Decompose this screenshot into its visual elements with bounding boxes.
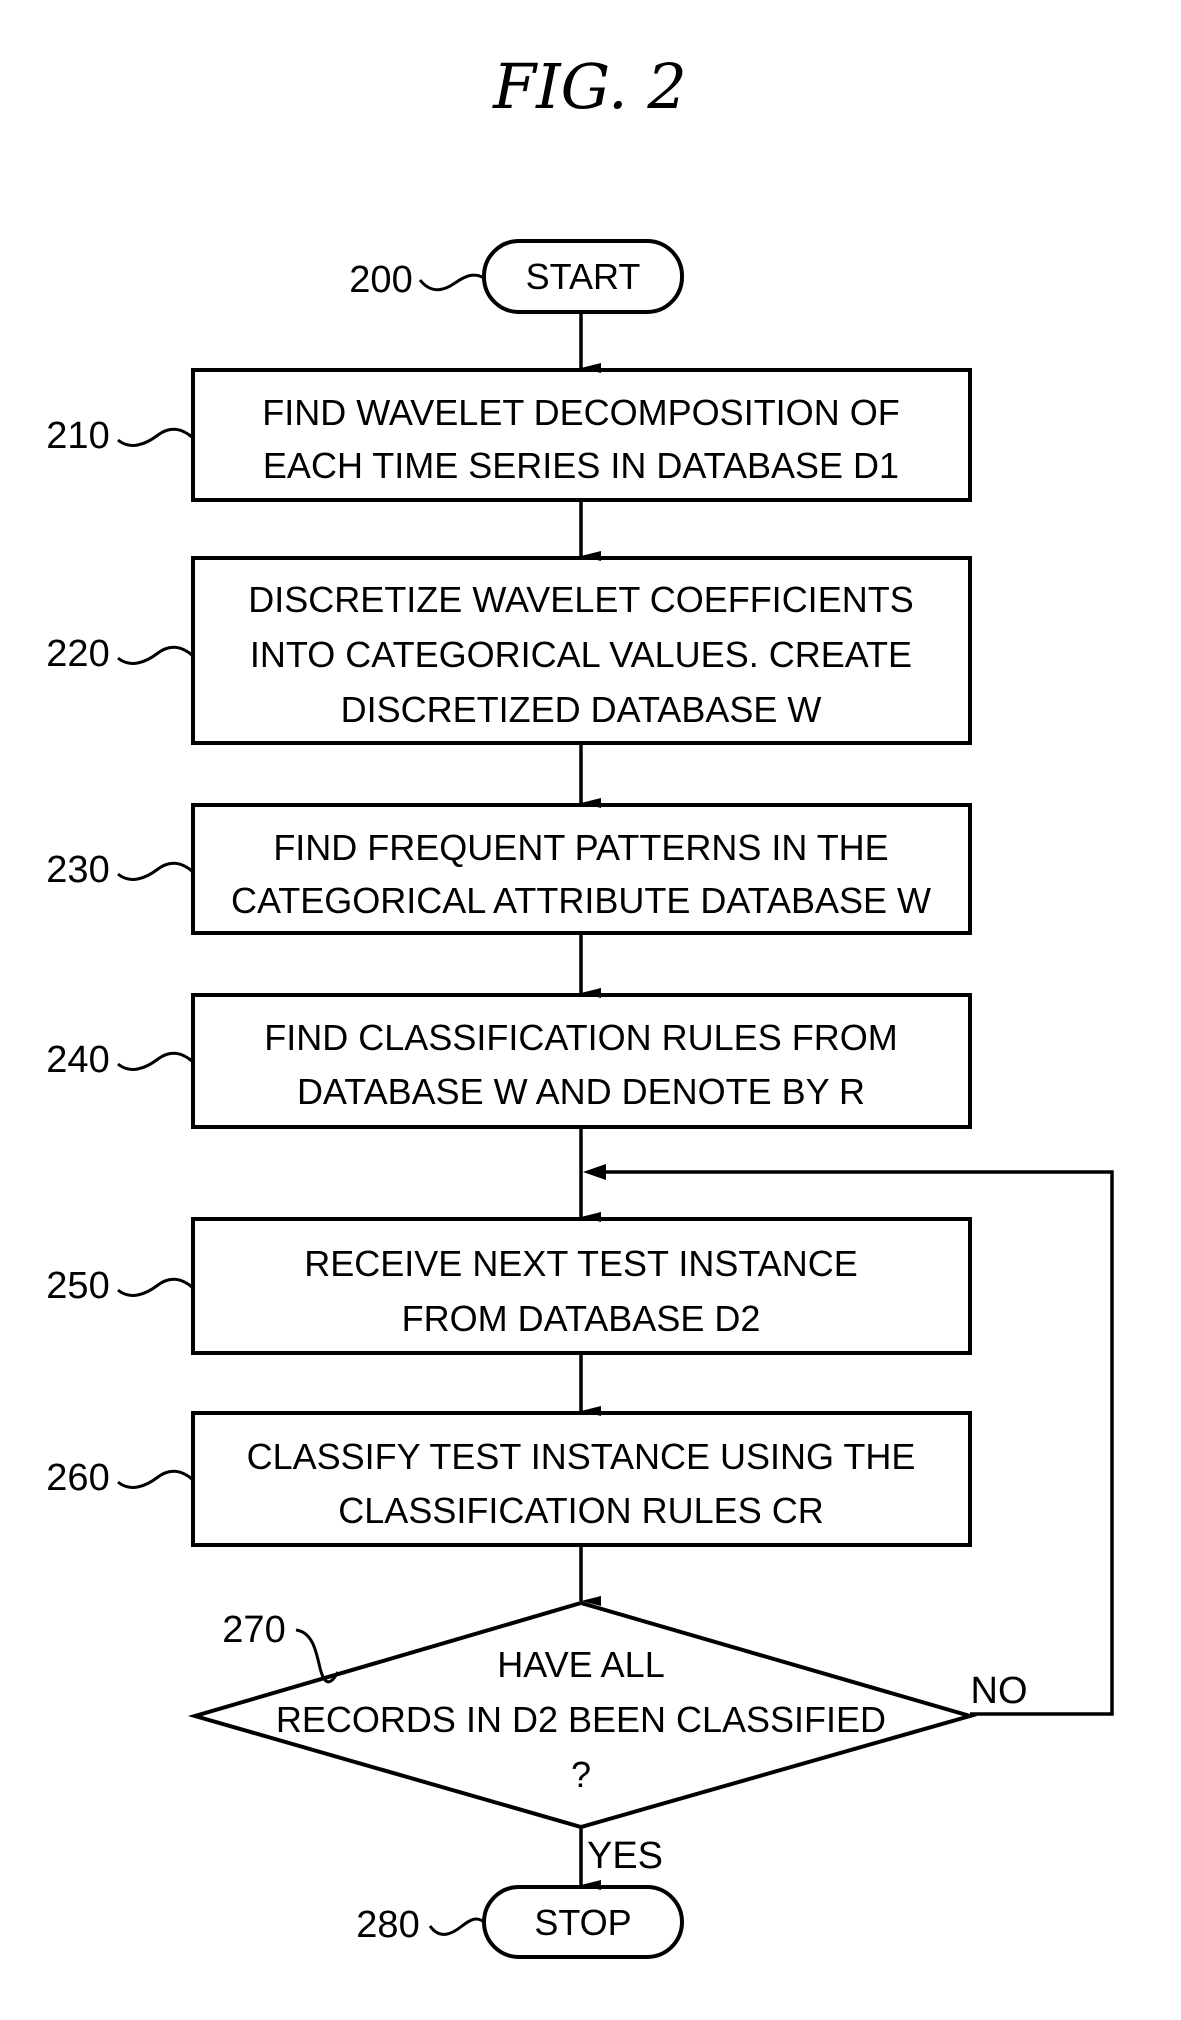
ref-label-240: 240	[46, 1039, 109, 1081]
box-220-line-1: DISCRETIZE WAVELET COEFFICIENTS	[248, 579, 913, 620]
leader-line-220	[117, 645, 195, 665]
ref-label-280: 280	[356, 1904, 419, 1946]
leader-line-280	[428, 1917, 485, 1936]
box-240-line-2: DATABASE W AND DENOTE BY R	[297, 1071, 865, 1112]
node-270-decision: HAVE ALL RECORDS IN D2 BEEN CLASSIFIED ?…	[187, 1600, 978, 1830]
node-210: FIND WAVELET DECOMPOSITION OF EACH TIME …	[46, 368, 972, 502]
leader-line-210	[117, 427, 195, 447]
figure-title: FIG. 2	[492, 50, 687, 123]
decision-line-1: HAVE ALL	[497, 1644, 664, 1685]
box-250-line-1: RECEIVE NEXT TEST INSTANCE	[304, 1243, 857, 1284]
leader-line-250	[117, 1277, 195, 1297]
box-240-line-1: FIND CLASSIFICATION RULES FROM	[264, 1017, 897, 1058]
branch-label-no: NO	[971, 1670, 1028, 1712]
branch-label-yes: YES	[587, 1835, 663, 1877]
flowchart: FIG. 2 START 200 FIND WAVELET DECOMPOSIT…	[46, 50, 1114, 1959]
leader-line-240	[117, 1051, 195, 1071]
ref-label-260: 260	[46, 1457, 109, 1499]
box-220-line-3: DISCRETIZED DATABASE W	[341, 689, 822, 730]
node-240: FIND CLASSIFICATION RULES FROM DATABASE …	[46, 993, 972, 1129]
box-250-line-2: FROM DATABASE D2	[402, 1298, 761, 1339]
ref-label-200: 200	[349, 259, 412, 301]
start-label: START	[526, 256, 641, 297]
leader-line-230	[117, 861, 195, 881]
node-260: CLASSIFY TEST INSTANCE USING THE CLASSIF…	[46, 1411, 972, 1547]
loopback-arrowhead	[583, 1164, 606, 1180]
box-220-line-2: INTO CATEGORICAL VALUES. CREATE	[250, 634, 912, 675]
node-220: DISCRETIZE WAVELET COEFFICIENTS INTO CAT…	[46, 556, 972, 745]
leader-line-200	[418, 273, 485, 292]
box-210-line-2: EACH TIME SERIES IN DATABASE D1	[263, 445, 899, 486]
ref-label-250: 250	[46, 1265, 109, 1307]
ref-label-210: 210	[46, 415, 109, 457]
decision-line-2: RECORDS IN D2 BEEN CLASSIFIED	[276, 1699, 886, 1740]
node-250: RECEIVE NEXT TEST INSTANCE FROM DATABASE…	[46, 1217, 972, 1355]
decision-line-3: ?	[571, 1754, 591, 1795]
stop-label: STOP	[534, 1902, 631, 1943]
ref-label-230: 230	[46, 849, 109, 891]
ref-label-270: 270	[222, 1609, 285, 1651]
ref-label-220: 220	[46, 633, 109, 675]
node-200-start: START 200	[349, 239, 684, 314]
node-280-stop: STOP 280	[356, 1885, 684, 1959]
box-230-line-1: FIND FREQUENT PATTERNS IN THE	[273, 827, 888, 868]
box-230-line-2: CATEGORICAL ATTRIBUTE DATABASE W	[231, 880, 931, 921]
leader-line-260	[117, 1469, 195, 1489]
box-210-line-1: FIND WAVELET DECOMPOSITION OF	[262, 392, 899, 433]
node-230: FIND FREQUENT PATTERNS IN THE CATEGORICA…	[46, 803, 972, 935]
box-260-line-2: CLASSIFICATION RULES CR	[338, 1490, 823, 1531]
box-260-line-1: CLASSIFY TEST INSTANCE USING THE	[247, 1436, 916, 1477]
